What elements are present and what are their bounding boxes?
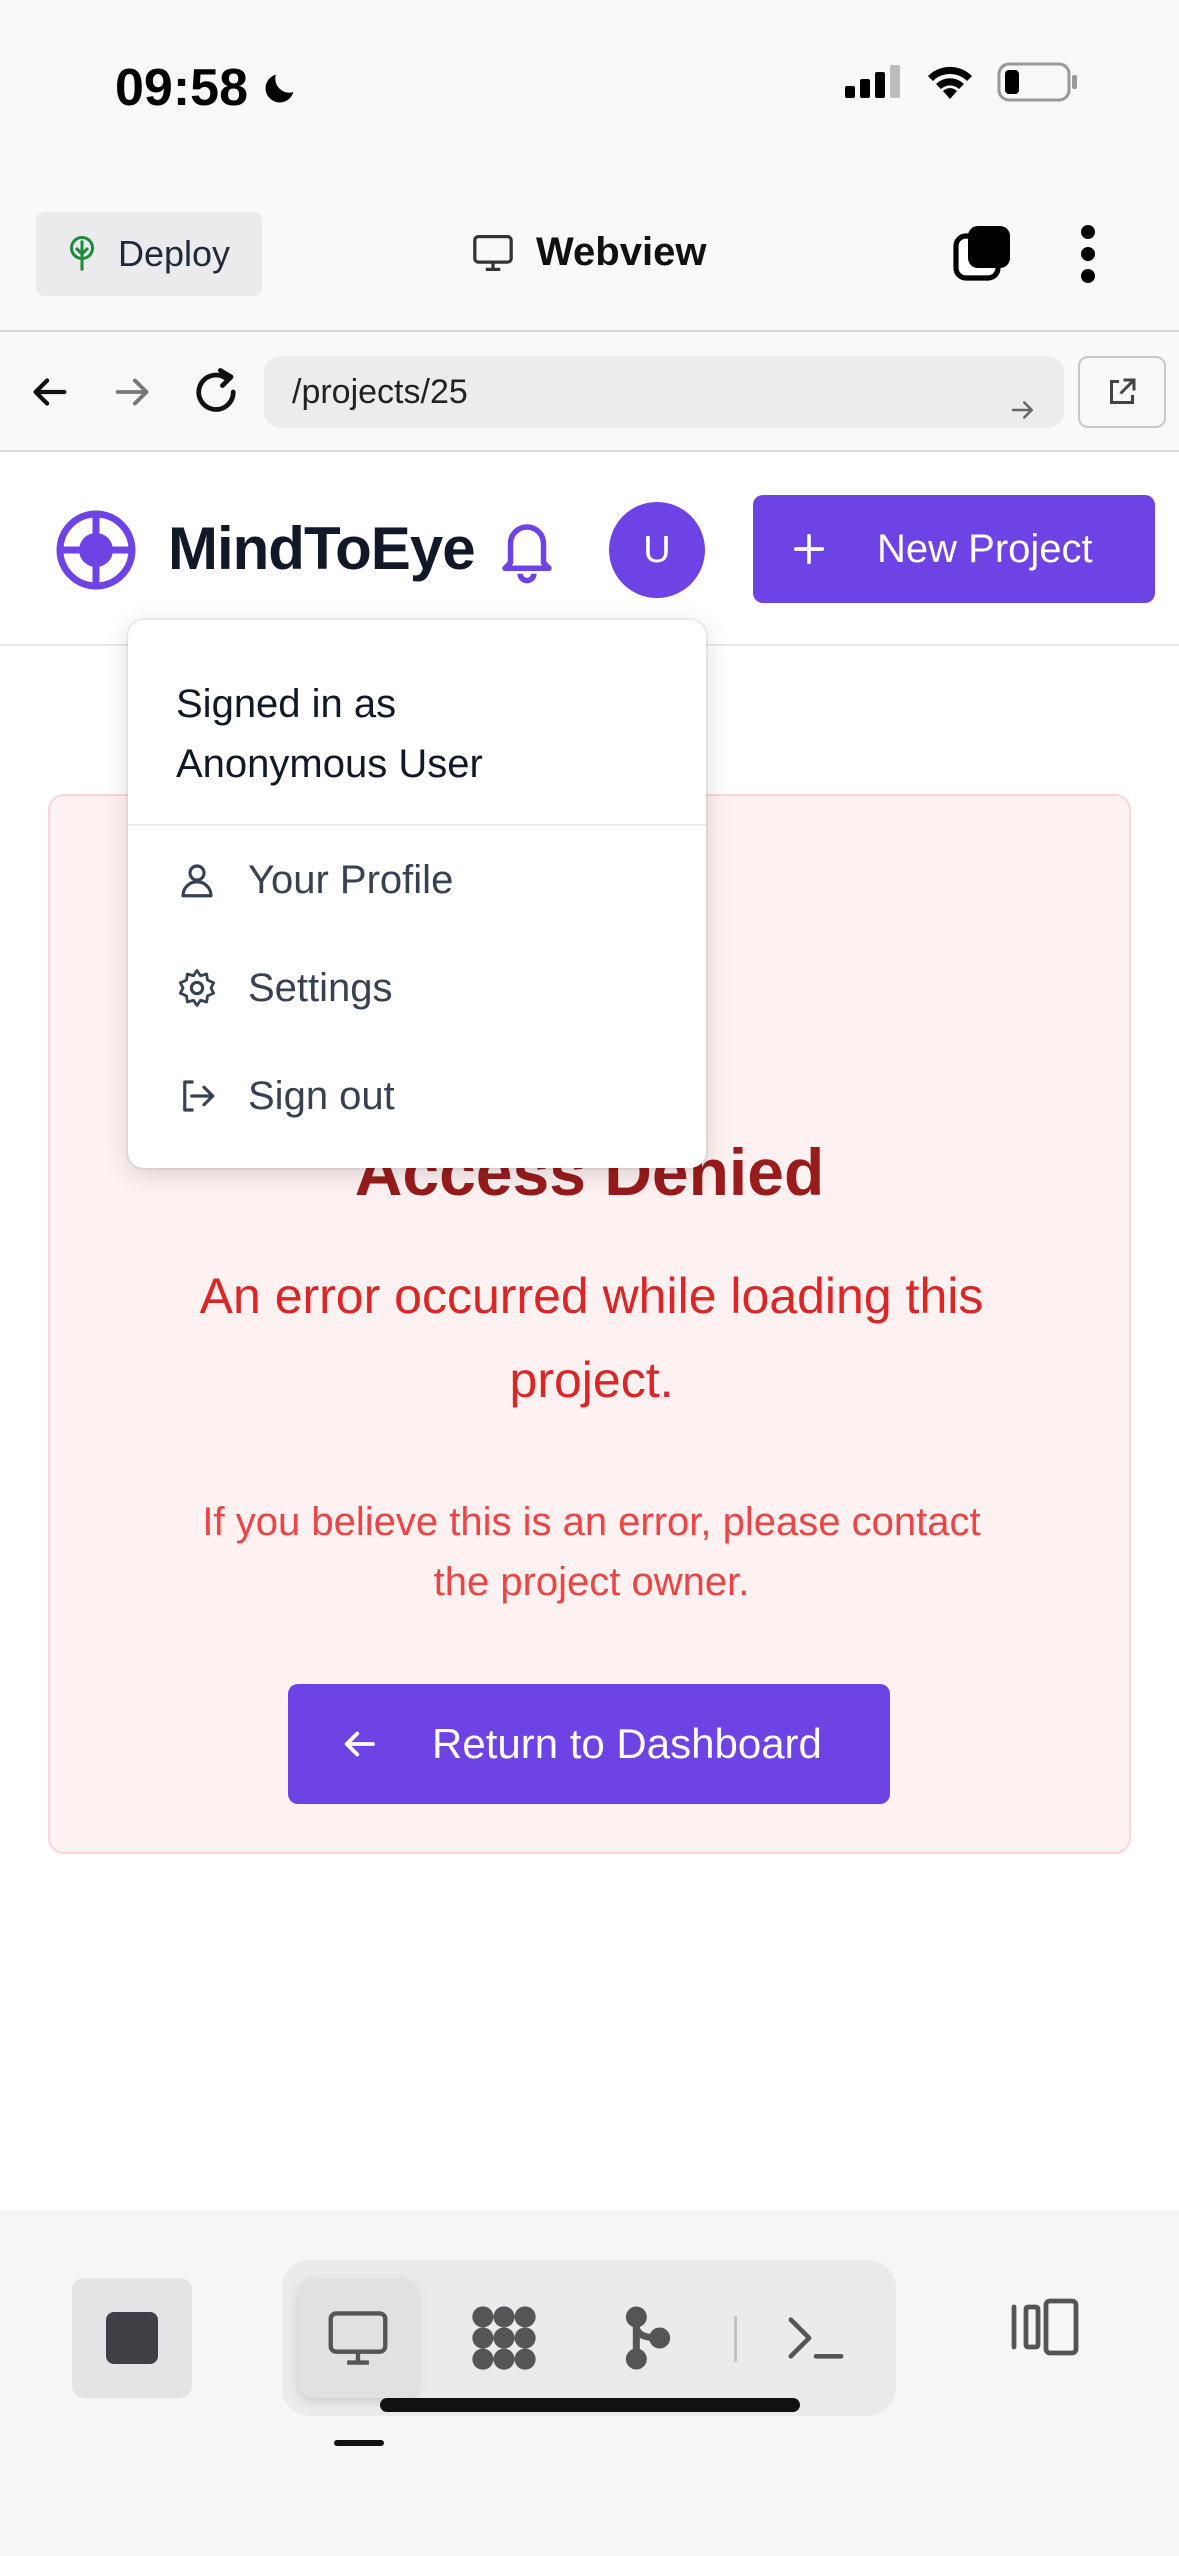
split-view-icon[interactable] (1010, 2296, 1082, 2363)
active-tool-indicator (334, 2440, 384, 2446)
arrow-left-icon (344, 1731, 375, 1757)
webview-title: Webview (470, 230, 706, 275)
sign-out-icon (183, 1080, 215, 1112)
open-external-button[interactable] (1078, 356, 1166, 428)
tabs-icon[interactable] (950, 222, 1014, 291)
notification-bell-icon[interactable] (494, 512, 560, 591)
error-message: An error occurred while loading this pro… (199, 1268, 984, 1408)
wifi-icon (928, 66, 972, 99)
status-bar: 09:58 (0, 0, 1179, 175)
stop-button[interactable] (72, 2278, 192, 2398)
plus-icon (793, 533, 825, 565)
stop-icon (106, 2312, 158, 2364)
packages-tool[interactable] (444, 2278, 564, 2398)
home-indicator (380, 2398, 800, 2412)
signed-in-label: Signed in as (176, 682, 397, 726)
menu-item-label: Your Profile (248, 857, 454, 902)
error-hint: If you believe this is an error, please … (202, 1500, 981, 1604)
webview-icon (328, 2311, 388, 2365)
battery-icon (997, 62, 1077, 102)
user-menu-dropdown: Signed in as Anonymous User Your Profile… (128, 620, 706, 1168)
moon-icon (265, 74, 294, 103)
tool-separator (734, 2316, 737, 2362)
shell-tool[interactable] (756, 2278, 876, 2398)
more-options-icon[interactable] (1072, 222, 1104, 291)
external-link-icon (1110, 378, 1136, 404)
return-button-label: Return to Dashboard (432, 1720, 822, 1767)
reload-icon[interactable] (190, 364, 242, 425)
new-project-label: New Project (877, 526, 1093, 571)
deploy-button[interactable]: Deploy (36, 212, 262, 296)
menu-item-label: Sign out (248, 1073, 395, 1118)
status-icons (845, 62, 1079, 102)
menu-item-sign-out[interactable]: Sign out (128, 1042, 706, 1150)
signed-in-user: Anonymous User (176, 742, 483, 786)
git-icon (625, 2306, 671, 2370)
deploy-icon (70, 236, 94, 271)
clock: 09:58 (115, 59, 248, 117)
avatar-initial: U (643, 528, 671, 571)
status-time: 09:58 (115, 58, 300, 118)
gear-icon (178, 969, 216, 1007)
avatar[interactable]: U (609, 502, 705, 598)
brand-name[interactable]: MindToEye (168, 514, 476, 583)
go-arrow-icon[interactable] (1008, 378, 1038, 450)
deploy-label: Deploy (118, 233, 231, 274)
tool-group (282, 2260, 896, 2416)
site-header: MindToEye U New Project (0, 452, 1179, 646)
app-bar: Deploy Webview (0, 200, 1179, 310)
user-icon (181, 864, 213, 898)
shell-icon (788, 2317, 844, 2359)
webview-tool[interactable] (298, 2278, 418, 2398)
logo-icon[interactable] (54, 508, 138, 597)
user-menu-header: Signed in as Anonymous User (128, 620, 706, 826)
url-text: /projects/25 (292, 373, 468, 411)
menu-item-settings[interactable]: Settings (128, 934, 706, 1042)
webview-title-text: Webview (536, 230, 707, 274)
cellular-icon (845, 65, 900, 98)
url-row: /projects/25 (0, 330, 1179, 452)
new-project-button[interactable]: New Project (753, 495, 1155, 603)
menu-item-profile[interactable]: Your Profile (128, 826, 706, 934)
monitor-icon (473, 234, 513, 271)
menu-item-label: Settings (248, 965, 393, 1010)
return-to-dashboard-button[interactable]: Return to Dashboard (288, 1684, 890, 1804)
git-tool[interactable] (588, 2278, 708, 2398)
forward-icon[interactable] (110, 364, 156, 425)
bottom-toolbar (0, 2210, 1179, 2556)
webview-content: MindToEye U New Project Access Denied An… (0, 452, 1179, 2210)
packages-icon (472, 2306, 536, 2370)
back-icon[interactable] (26, 364, 72, 425)
url-input[interactable]: /projects/25 (264, 356, 1064, 428)
